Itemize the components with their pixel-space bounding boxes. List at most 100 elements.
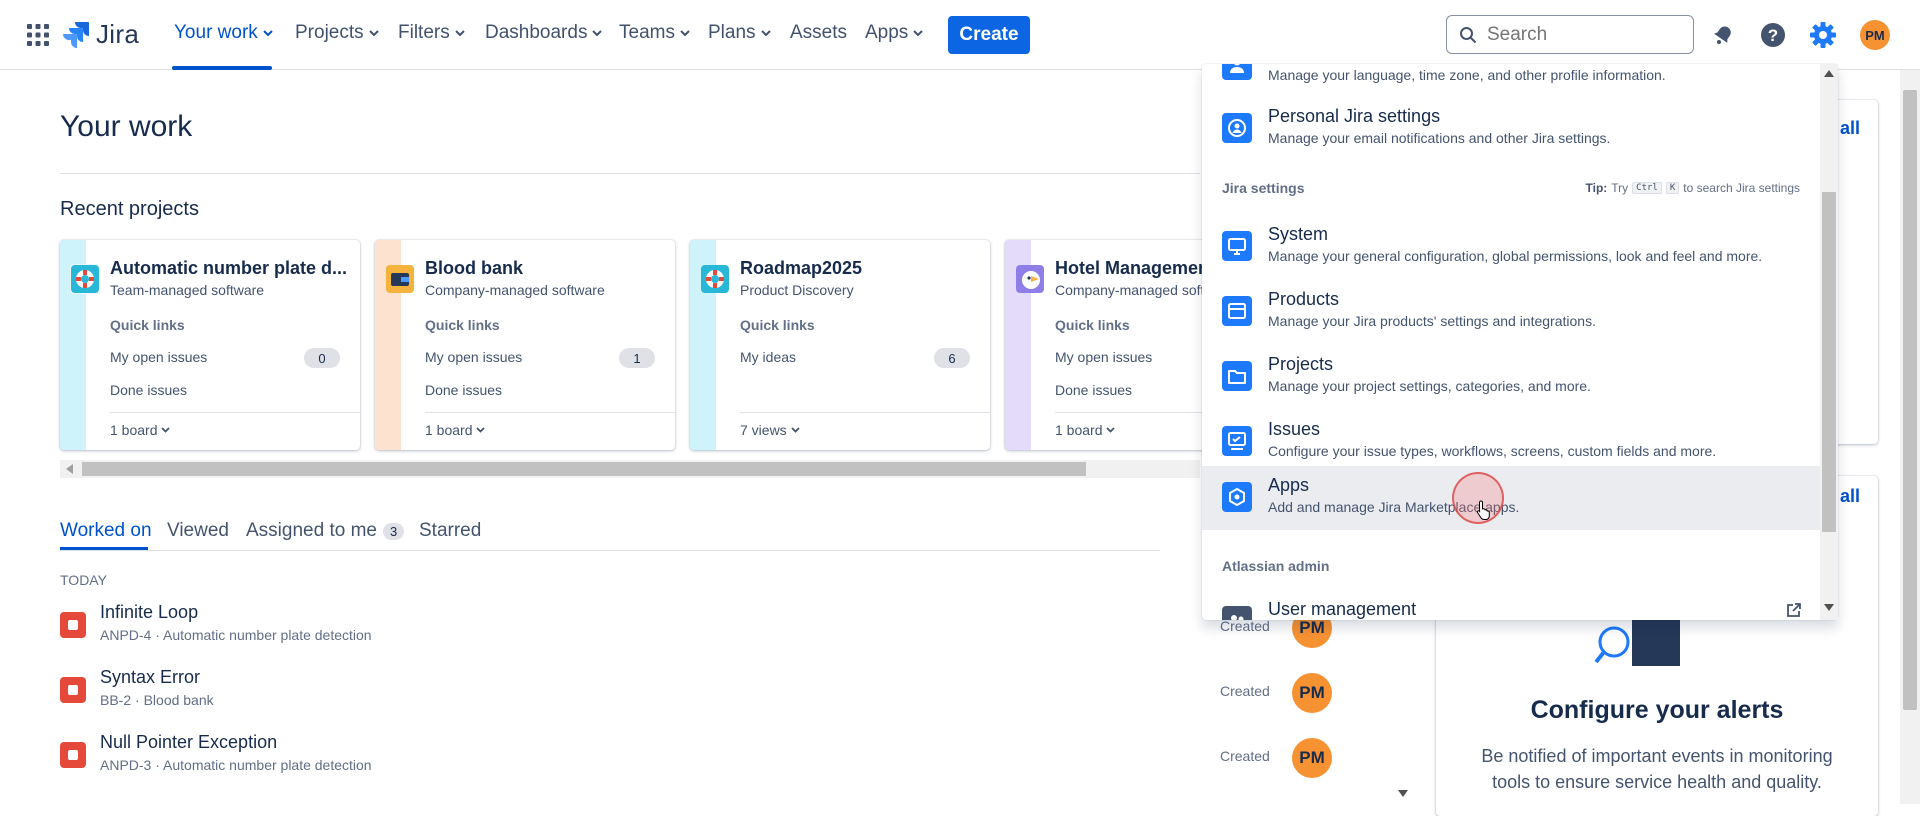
views-dropdown[interactable]: 7 views [740, 422, 800, 438]
project-type: Company-managed soft [1055, 282, 1205, 298]
menu-item-system[interactable]: System Manage your general configuration… [1202, 215, 1820, 279]
menu-item-products[interactable]: Products Manage your Jira products' sett… [1202, 280, 1820, 344]
nav-assets-label: Assets [790, 22, 848, 43]
tab-assigned-to-me[interactable]: Assigned to me 3 [246, 520, 405, 542]
chevron-down-icon [760, 29, 771, 36]
nav-your-work[interactable]: Your work [174, 22, 273, 44]
menu-item-profile[interactable]: Manage your language, time zone, and oth… [1202, 64, 1820, 98]
lifebuoy-icon [700, 264, 730, 294]
user-circle-icon [1222, 113, 1252, 143]
notifications-icon[interactable] [1706, 18, 1740, 52]
issue-count-badge: 1 [619, 348, 655, 368]
issue-title[interactable]: Syntax Error [100, 667, 200, 688]
issue-project: Automatic number plate detection [163, 757, 372, 773]
project-name[interactable]: Blood bank [425, 258, 523, 279]
project-card[interactable]: Automatic number plate d... Team-managed… [60, 240, 360, 450]
scroll-down-arrow-icon[interactable] [1398, 790, 1408, 797]
tab-starred[interactable]: Starred [419, 520, 481, 542]
project-name[interactable]: Roadmap2025 [740, 258, 862, 279]
app-switcher-icon[interactable] [27, 24, 49, 46]
menu-scroll-down-icon[interactable] [1824, 604, 1834, 611]
section-header-atlassian-admin: Atlassian admin [1222, 558, 1330, 574]
quick-link-done-issues[interactable]: Done issues [1055, 382, 1132, 398]
boards-dropdown[interactable]: 1 board [110, 422, 171, 438]
issue-status: Created [1220, 748, 1270, 764]
ctrl-key: Ctrl [1632, 182, 1662, 194]
nav-your-work-label: Your work [174, 22, 258, 43]
menu-item-title: Issues [1268, 419, 1321, 439]
menu-item-personal-jira-settings[interactable]: Personal Jira settings Manage your email… [1202, 97, 1820, 161]
jira-logo[interactable]: Jira [62, 19, 139, 50]
nav-teams-label: Teams [619, 22, 675, 43]
nav-plans[interactable]: Plans [708, 22, 771, 44]
quick-link-done-issues[interactable]: Done issues [425, 382, 502, 398]
chevron-down-icon [913, 29, 924, 36]
issue-meta: ANPD-3 · Automatic number plate detectio… [100, 757, 372, 773]
quick-link-my-ideas[interactable]: My ideas [740, 349, 796, 365]
quick-link-my-open-issues[interactable]: My open issues [110, 349, 207, 365]
nav-apps[interactable]: Apps [865, 22, 924, 44]
quick-link-done-issues[interactable]: Done issues [110, 382, 187, 398]
chevron-down-icon [476, 427, 486, 433]
boards-label: 1 board [110, 422, 158, 438]
nav-teams[interactable]: Teams [619, 22, 690, 44]
menu-item-title: Apps [1268, 475, 1310, 495]
tip-label: Tip: [1585, 181, 1608, 195]
issue-key: ANPD-4 [100, 627, 152, 643]
issue-row[interactable]: Null Pointer Exception ANPD-3 · Automati… [60, 730, 1350, 790]
project-card[interactable]: Roadmap2025 Product Discovery Quick link… [690, 240, 990, 450]
settings-icon[interactable] [1806, 18, 1840, 52]
project-name[interactable]: Hotel Managemen [1055, 258, 1209, 279]
jira-logo-icon [63, 21, 89, 48]
boards-dropdown[interactable]: 1 board [425, 422, 486, 438]
nav-projects[interactable]: Projects [295, 22, 379, 44]
nav-assets[interactable]: Assets [790, 22, 847, 44]
menu-item-projects[interactable]: Projects Manage your project settings, c… [1202, 345, 1820, 409]
menu-item-user-management[interactable]: User management [1202, 590, 1820, 620]
project-name[interactable]: Automatic number plate d... [110, 258, 347, 279]
menu-item-description: Manage your project settings, categories… [1268, 378, 1591, 394]
views-label: 7 views [740, 422, 787, 438]
quick-link-my-open-issues[interactable]: My open issues [1055, 349, 1152, 365]
bug-icon [60, 612, 86, 638]
assigned-count-badge: 3 [382, 522, 405, 540]
help-icon[interactable]: ? [1756, 18, 1790, 52]
quick-link-my-open-issues[interactable]: My open issues [425, 349, 522, 365]
nav-plans-label: Plans [708, 22, 756, 43]
folder-icon [1222, 361, 1252, 391]
divider [60, 173, 1200, 174]
scroll-left-arrow-icon[interactable] [66, 464, 74, 474]
search-input[interactable] [1487, 23, 1677, 46]
search-box[interactable] [1446, 15, 1694, 54]
avatar[interactable]: PM [1292, 673, 1332, 713]
issue-row[interactable]: Syntax Error BB-2 · Blood bank Created P… [60, 665, 1350, 725]
page-scrollbar-thumb[interactable] [1903, 90, 1917, 710]
boards-dropdown[interactable]: 1 board [1055, 422, 1116, 438]
issue-title[interactable]: Infinite Loop [100, 602, 198, 623]
issue-title[interactable]: Null Pointer Exception [100, 732, 277, 753]
nav-filters[interactable]: Filters [398, 22, 465, 44]
issue-row[interactable]: Infinite Loop ANPD-4 · Automatic number … [60, 600, 1350, 660]
nav-dashboards[interactable]: Dashboards [485, 22, 603, 44]
menu-item-apps[interactable]: Apps Add and manage Jira Marketplace app… [1202, 466, 1820, 530]
project-type: Team-managed software [110, 282, 265, 298]
view-all-link[interactable]: all [1840, 486, 1860, 507]
menu-scroll-up-icon[interactable] [1824, 70, 1834, 77]
create-button[interactable]: Create [948, 16, 1030, 54]
project-card[interactable]: Blood bank Company-managed software Quic… [375, 240, 675, 450]
profile-avatar[interactable]: PM [1860, 20, 1890, 50]
separator-dot: · [135, 692, 144, 708]
project-type: Product Discovery [740, 282, 854, 298]
menu-item-description: Manage your general configuration, globa… [1268, 248, 1763, 264]
horizontal-scrollbar-thumb[interactable] [82, 462, 1086, 476]
avatar[interactable]: PM [1292, 738, 1332, 778]
k-key: K [1665, 182, 1680, 194]
search-icon [1460, 26, 1477, 43]
issue-status: Created [1220, 683, 1270, 699]
tab-viewed[interactable]: Viewed [167, 520, 229, 542]
menu-item-title: User management [1268, 599, 1417, 619]
tab-worked-on[interactable]: Worked on [60, 520, 152, 542]
view-all-link[interactable]: all [1840, 118, 1860, 139]
menu-scrollbar-thumb[interactable] [1822, 192, 1836, 532]
menu-item-issues[interactable]: Issues Configure your issue types, workf… [1202, 410, 1820, 474]
